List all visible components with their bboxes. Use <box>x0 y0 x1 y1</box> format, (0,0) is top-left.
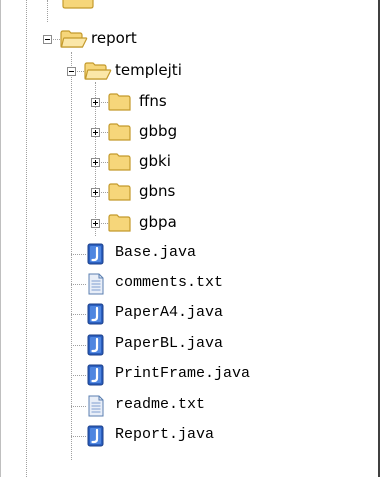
collapse-toggle[interactable] <box>43 35 52 44</box>
java-file-icon <box>87 303 104 325</box>
folder-icon <box>108 183 131 201</box>
tree-guide <box>47 0 48 22</box>
expand-toggle[interactable] <box>91 98 100 107</box>
tree-item-label[interactable]: gbki <box>139 152 171 170</box>
expand-toggle[interactable] <box>91 219 100 228</box>
java-file-icon <box>87 425 104 447</box>
java-file-icon <box>87 334 104 356</box>
project-tree: report templejti ffns gbbg gbki gbns gbpa Base.… <box>0 0 384 477</box>
tree-connector <box>71 406 86 407</box>
folder-open-icon <box>60 30 88 48</box>
folder-icon <box>108 214 131 232</box>
tree-connector <box>71 345 86 346</box>
tree-item-label[interactable]: PaperBL.java <box>115 335 223 353</box>
expand-toggle[interactable] <box>91 158 100 167</box>
tree-guide <box>26 0 27 477</box>
tree-connector <box>71 375 86 376</box>
tree-item-label[interactable]: report <box>91 29 137 47</box>
tree-item-label[interactable]: Base.java <box>115 244 196 262</box>
tree-connector <box>71 314 86 315</box>
tree-item-label[interactable]: ffns <box>139 92 167 110</box>
expand-toggle[interactable] <box>91 128 100 137</box>
java-file-icon <box>87 364 104 386</box>
folder-open-icon <box>84 62 112 80</box>
tree-item-label[interactable]: gbns <box>139 182 175 200</box>
text-file-icon <box>88 273 104 295</box>
folder-icon <box>108 153 131 171</box>
tree-connector <box>71 254 86 255</box>
java-file-icon <box>87 243 104 265</box>
tree-item-label[interactable]: PaperA4.java <box>115 304 223 322</box>
tree-item-label[interactable]: comments.txt <box>115 274 223 292</box>
tree-connector <box>71 436 86 437</box>
text-file-icon <box>88 395 104 417</box>
panel-left-border <box>0 0 1 477</box>
collapse-toggle[interactable] <box>67 67 76 76</box>
tree-item-label[interactable]: Report.java <box>115 426 214 444</box>
tree-guide <box>71 52 72 460</box>
folder-icon <box>108 123 131 141</box>
tree-item-label[interactable]: templejti <box>115 61 182 79</box>
tree-item-label[interactable]: gbpa <box>139 213 177 231</box>
tree-connector <box>71 284 86 285</box>
panel-right-border <box>378 0 380 477</box>
folder-icon <box>62 0 94 9</box>
folder-icon <box>108 93 131 111</box>
tree-item-label[interactable]: readme.txt <box>115 396 205 414</box>
tree-item-label[interactable]: PrintFrame.java <box>115 365 250 383</box>
tree-item-label[interactable]: gbbg <box>139 122 177 140</box>
expand-toggle[interactable] <box>91 188 100 197</box>
